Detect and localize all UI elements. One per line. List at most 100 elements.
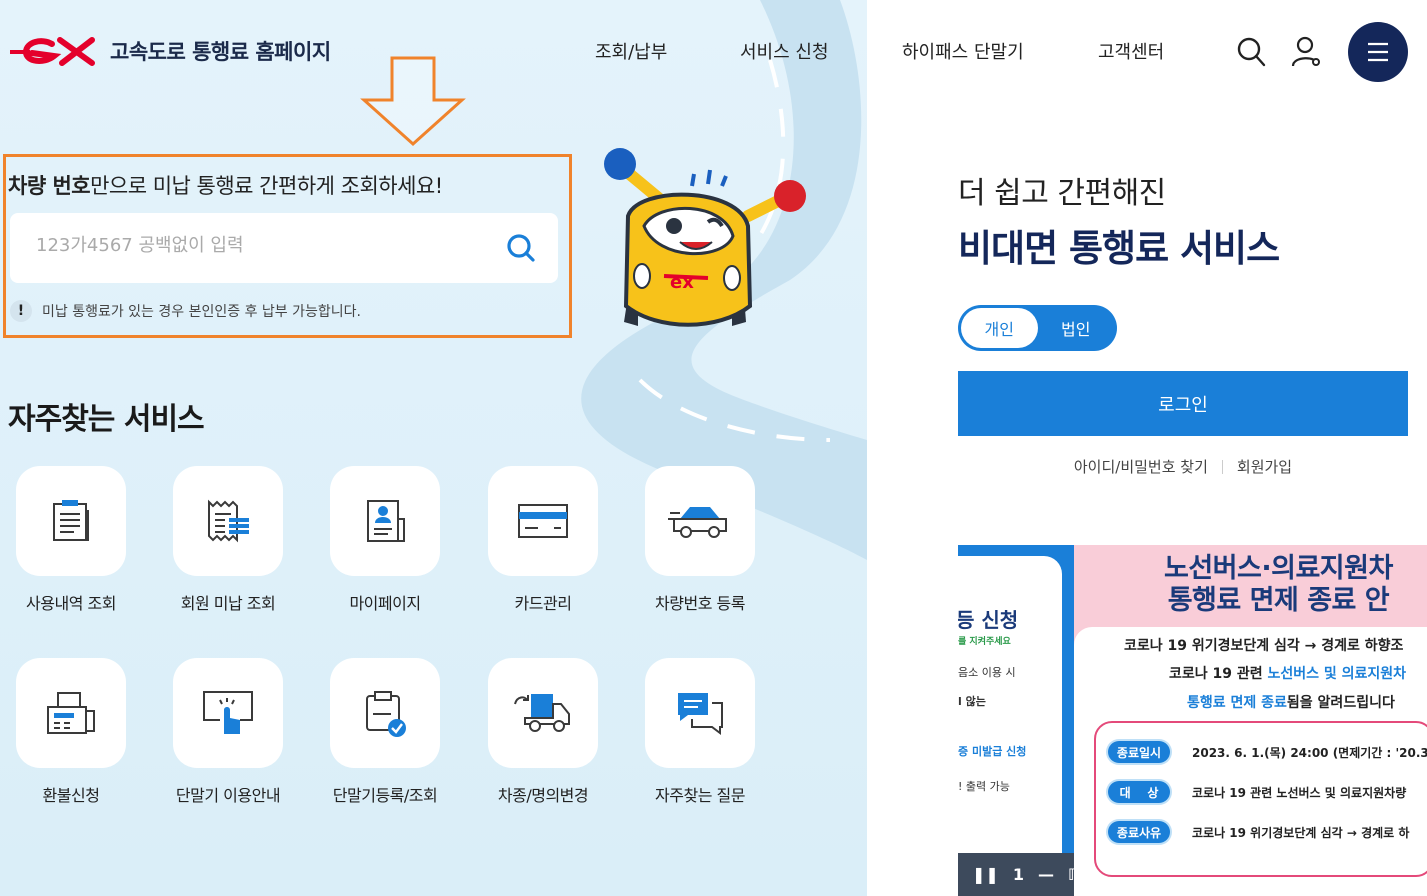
search-title-bold: 차량 번호 bbox=[8, 174, 91, 198]
service-tile bbox=[16, 466, 126, 576]
banner-line: 코로나 19 위기경보단계 심각 → 경계로 하향조 bbox=[1124, 638, 1404, 654]
credit-card-icon bbox=[518, 504, 568, 538]
mascot-car-icon: ex bbox=[604, 148, 806, 327]
banner-line-highlight: 통행료 면제 종료 bbox=[1187, 695, 1287, 711]
login-button[interactable]: 로그인 bbox=[958, 371, 1408, 436]
banner-line-highlight: 노선버스 및 의료지원차 bbox=[1267, 666, 1407, 682]
nav-hipass-terminal[interactable]: 하이패스 단말기 bbox=[902, 38, 1024, 64]
service-card-management[interactable]: 카드관리 bbox=[478, 466, 608, 614]
banner-left-line: 등 신청 bbox=[958, 608, 1019, 632]
service-tile bbox=[488, 466, 598, 576]
banner-detail-box: 종료일시 2023. 6. 1.(목) 24:00 (면제기간 : '20.3.… bbox=[1094, 721, 1427, 877]
receipt-icon bbox=[208, 499, 249, 543]
service-refund[interactable]: 환불신청 bbox=[6, 658, 136, 806]
notice-text: 미납 통행료가 있는 경우 본인인증 후 납부 가능합니다. bbox=[42, 304, 361, 320]
ex-logo-icon bbox=[10, 37, 95, 66]
device-check-icon bbox=[366, 691, 406, 737]
hamburger-icon bbox=[1368, 42, 1388, 62]
toggle-corporate[interactable]: 법인 bbox=[1038, 308, 1115, 348]
detail-label: 종료일시 bbox=[1108, 741, 1170, 763]
member-type-toggle: 개인 법인 bbox=[958, 305, 1117, 351]
service-faq[interactable]: 자주찾는 질문 bbox=[635, 658, 765, 806]
banner-left-line: 증 미발급 신청 bbox=[958, 745, 1027, 758]
vehicle-number-input[interactable] bbox=[36, 235, 476, 256]
touch-screen-icon bbox=[203, 691, 253, 734]
truck-swap-icon bbox=[514, 694, 570, 732]
service-vehicle-register[interactable]: 차량번호 등록 bbox=[635, 466, 765, 614]
nav-service-apply[interactable]: 서비스 신청 bbox=[740, 38, 829, 64]
search-submit-icon[interactable] bbox=[506, 233, 536, 263]
site-logo[interactable]: 고속도로 통행료 홈페이지 bbox=[8, 36, 331, 66]
banner-left[interactable]: 등 신청 를 지켜주세요 음소 이용 시 l 않는 증 미발급 신청 ! 출력 … bbox=[958, 545, 1074, 896]
banner-detail-row: 대 상 코로나 19 관련 노선버스 및 의료지원차량 bbox=[1108, 781, 1406, 803]
detail-value: 코로나 19 관련 노선버스 및 의료지원차량 bbox=[1192, 785, 1407, 800]
search-title: 차량 번호만으로 미납 통행료 간편하게 조회하세요! bbox=[8, 170, 443, 200]
service-label: 사용내역 조회 bbox=[26, 594, 116, 613]
banner-detail-row: 종료사유 코로나 19 위기경보단계 심각 → 경계로 하 bbox=[1108, 821, 1409, 843]
printer-icon bbox=[47, 692, 95, 734]
banner-left-line: 를 지켜주세요 bbox=[958, 637, 1011, 647]
service-tile bbox=[645, 466, 755, 576]
nav-inquiry-payment[interactable]: 조회/납부 bbox=[595, 38, 667, 64]
car-icon bbox=[668, 507, 727, 538]
service-label: 회원 미납 조회 bbox=[180, 594, 276, 613]
banner-title-line: 통행료 면제 종료 안 bbox=[1167, 585, 1390, 616]
banner-detail-row: 종료일시 2023. 6. 1.(목) 24:00 (면제기간 : '20.3.… bbox=[1108, 741, 1427, 763]
nav-customer-center[interactable]: 고객센터 bbox=[1098, 38, 1164, 64]
service-terminal-guide[interactable]: 단말기 이용안내 bbox=[163, 658, 293, 806]
banner-right[interactable]: 노선버스·의료지원차 통행료 면제 종료 안 코로나 19 위기경보단계 심각 … bbox=[1074, 545, 1427, 896]
down-arrow-annotation-icon bbox=[360, 56, 466, 147]
user-icon[interactable] bbox=[1290, 36, 1322, 68]
service-tile bbox=[16, 658, 126, 768]
banner-line: 코로나 19 관련 노선버스 및 의료지원차 bbox=[1169, 663, 1406, 683]
pager-bar: — bbox=[1037, 865, 1054, 884]
banner-left-line: ! 출력 가능 bbox=[958, 780, 1010, 793]
search-icon[interactable] bbox=[1236, 36, 1266, 68]
document-list-icon bbox=[53, 500, 89, 541]
service-label: 환불신청 bbox=[42, 786, 100, 805]
banner-pager: ❚❚ 1 — ℿ bbox=[958, 853, 1082, 896]
menu-button[interactable] bbox=[1348, 22, 1408, 82]
detail-label: 종료사유 bbox=[1108, 821, 1170, 843]
detail-value: 코로나 19 위기경보단계 심각 → 경계로 하 bbox=[1192, 825, 1410, 840]
banner-title-line: 노선버스·의료지원차 bbox=[1164, 553, 1393, 584]
service-label: 차량번호 등록 bbox=[655, 594, 745, 613]
svg-text:ex: ex bbox=[670, 272, 694, 293]
toggle-personal[interactable]: 개인 bbox=[961, 308, 1038, 348]
search-box bbox=[10, 213, 558, 283]
detail-label: 대 상 bbox=[1108, 781, 1170, 803]
service-label: 마이페이지 bbox=[349, 594, 421, 613]
service-label: 단말기 이용안내 bbox=[175, 786, 281, 805]
banner-left-card: 등 신청 를 지켜주세요 음소 이용 시 l 않는 증 미발급 신청 ! 출력 … bbox=[958, 556, 1062, 896]
find-id-password-link[interactable]: 아이디/비밀번호 찾기 bbox=[1074, 456, 1208, 477]
service-tile bbox=[330, 658, 440, 768]
banner-title: 노선버스·의료지원차 통행료 면제 종료 안 bbox=[1164, 553, 1393, 617]
banner-left-line: l 않는 bbox=[958, 695, 986, 708]
banner-line-pre: 코로나 19 관련 bbox=[1169, 666, 1268, 682]
account-links: 아이디/비밀번호 찾기 회원가입 bbox=[958, 456, 1408, 477]
service-tile bbox=[645, 658, 755, 768]
service-label: 차종/명의변경 bbox=[497, 786, 589, 805]
service-usage-history[interactable]: 사용내역 조회 bbox=[6, 466, 136, 614]
search-title-rest: 만으로 미납 통행료 간편하게 조회하세요! bbox=[90, 174, 443, 198]
service-label: 카드관리 bbox=[514, 594, 572, 613]
pause-icon[interactable]: ❚❚ bbox=[972, 865, 999, 884]
detail-value: 2023. 6. 1.(목) 24:00 (면제기간 : '20.3.1 bbox=[1192, 745, 1427, 760]
banner-line-post: 됨을 알려드립니다 bbox=[1286, 695, 1395, 711]
service-terminal-register[interactable]: 단말기등록/조회 bbox=[320, 658, 450, 806]
frequent-services-title: 자주찾는 서비스 bbox=[8, 402, 205, 437]
signup-link[interactable]: 회원가입 bbox=[1237, 456, 1292, 477]
service-vehicle-type-change[interactable]: 차종/명의변경 bbox=[478, 658, 608, 806]
service-tile bbox=[173, 658, 283, 768]
info-badge-icon: ! bbox=[10, 300, 32, 322]
service-mypage[interactable]: 마이페이지 bbox=[320, 466, 450, 614]
service-label: 자주찾는 질문 bbox=[655, 786, 745, 805]
chat-icon bbox=[678, 693, 723, 735]
service-tile bbox=[488, 658, 598, 768]
pager-number: 1 bbox=[1012, 865, 1024, 884]
banner-line: 통행료 면제 종료됨을 알려드립니다 bbox=[1187, 692, 1395, 712]
logo-text: 고속도로 통행료 홈페이지 bbox=[110, 40, 331, 64]
service-member-unpaid[interactable]: 회원 미납 조회 bbox=[163, 466, 293, 614]
service-tile bbox=[173, 466, 283, 576]
service-label: 단말기등록/조회 bbox=[332, 786, 438, 805]
